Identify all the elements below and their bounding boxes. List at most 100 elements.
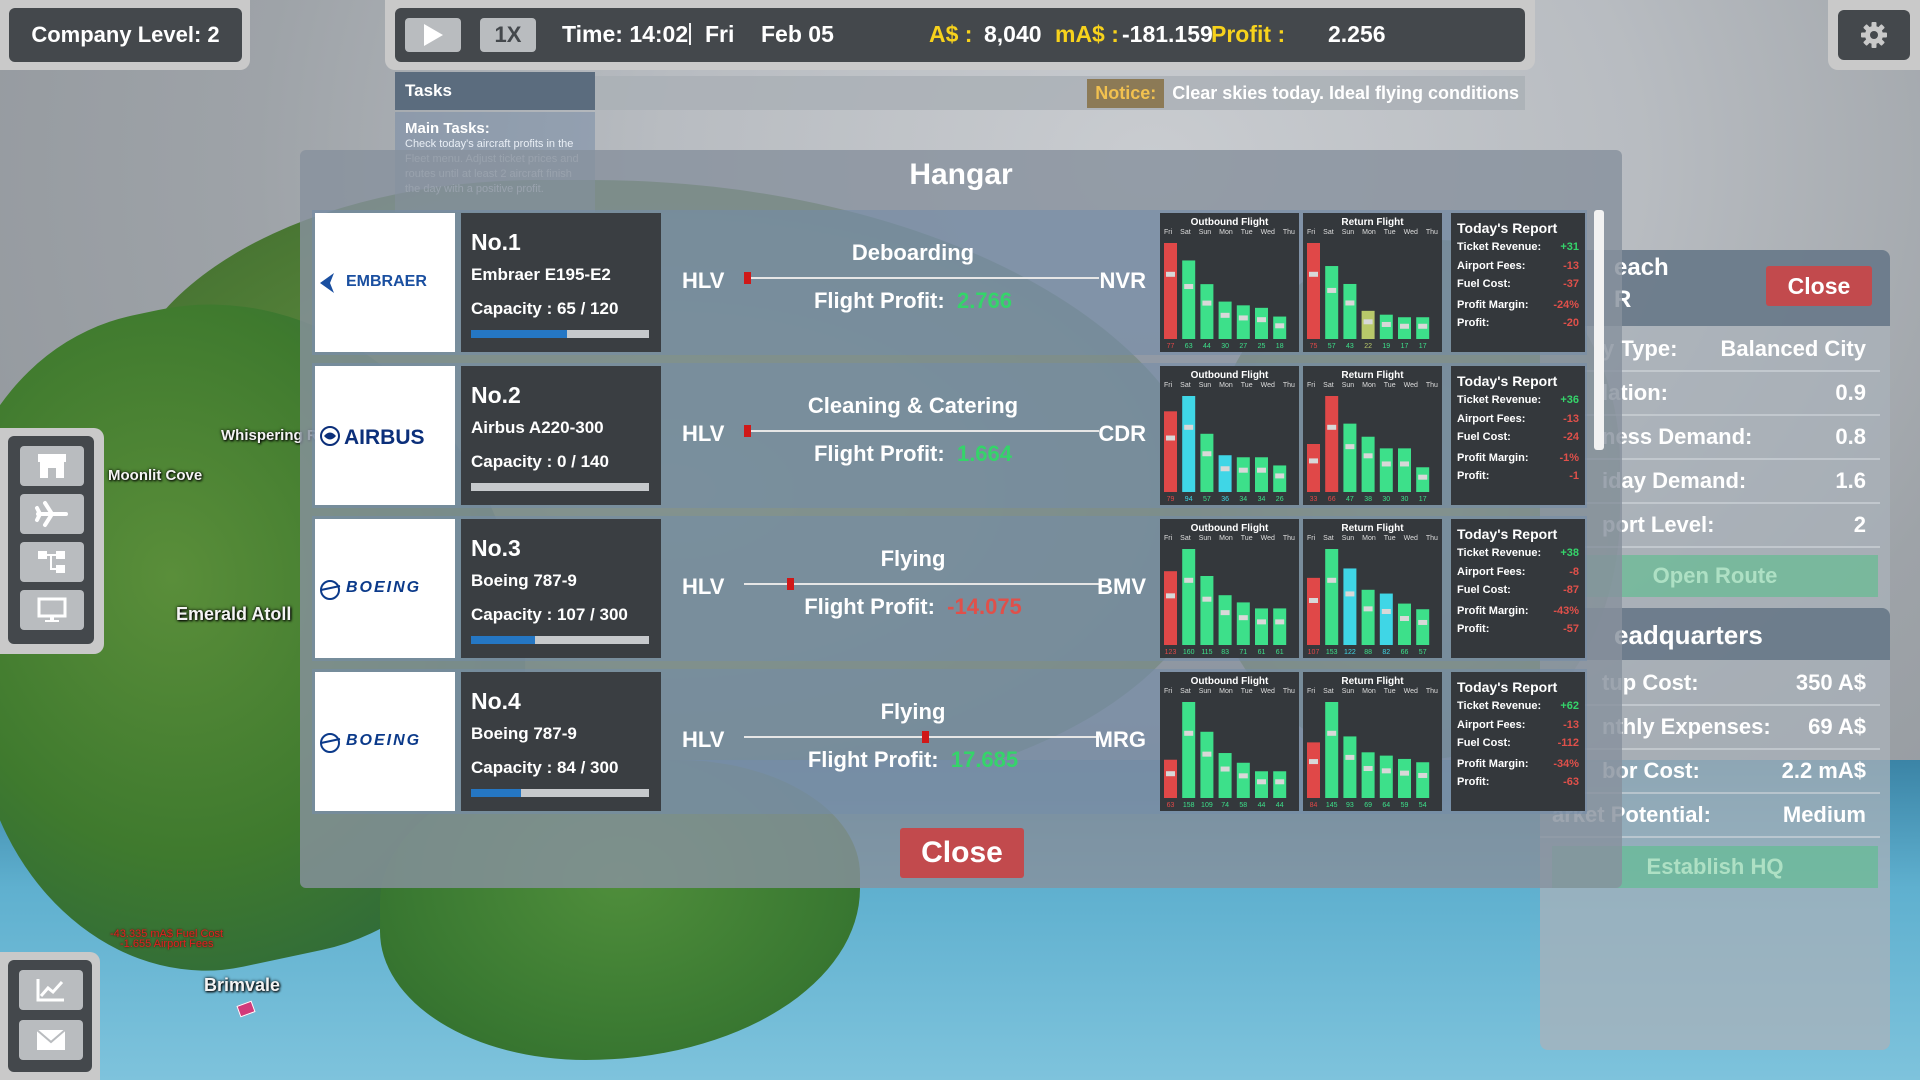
todays-report: Today's Report Ticket Revenue: +36 Airport … — [1451, 366, 1585, 505]
play-button[interactable] — [405, 18, 461, 52]
chart-bar-marker — [1166, 771, 1175, 777]
profit-label: Profit : — [1211, 21, 1286, 47]
chart-bar-marker — [1220, 610, 1230, 616]
report-value: +31 — [1560, 241, 1579, 253]
hangar-close-button[interactable]: Close — [900, 828, 1024, 878]
map-label-city[interactable]: Emerald Atoll — [176, 604, 291, 625]
chart-value-label: 115 — [1201, 649, 1212, 656]
chart-value-label: 75 — [1310, 343, 1318, 350]
report-value: -8 — [1569, 566, 1579, 578]
report-value: -37 — [1563, 278, 1579, 290]
route-info[interactable]: HLV CDR Cleaning & Catering Flight Profit: … — [674, 363, 1152, 508]
city-close-button[interactable]: Close — [1766, 266, 1872, 306]
report-row: Profit Margin: -34% — [1457, 758, 1579, 770]
chart-value-label: 83 — [1221, 649, 1229, 656]
aircraft-number: No.3 — [471, 535, 521, 561]
chart-value-label: 54 — [1419, 802, 1427, 809]
cash-value: 8,040 — [984, 21, 1042, 47]
chart-value-label: 61 — [1258, 649, 1266, 656]
routes-button[interactable] — [20, 542, 84, 582]
mail-button[interactable] — [19, 1020, 83, 1060]
main-tasks-title: Main Tasks: — [405, 120, 490, 137]
scrollbar[interactable] — [1594, 210, 1604, 450]
chart-bar-marker — [1166, 593, 1175, 599]
chart-value-label: 88 — [1364, 649, 1372, 656]
map-label-city[interactable]: Brimvale — [204, 975, 280, 996]
chart-value-label: 66 — [1401, 649, 1409, 656]
settings-panel — [1828, 0, 1920, 70]
chart-bar-marker — [1381, 768, 1391, 774]
report-value: -57 — [1563, 623, 1579, 635]
report-row: Airport Fees: -8 — [1457, 566, 1579, 578]
game-day: Fri — [705, 21, 735, 47]
aircraft-row[interactable]: BOEING No.3 Boeing 787-9 Capacity : 107 / 3… — [312, 516, 1587, 661]
aircraft-model: Airbus A220-300 — [471, 418, 604, 437]
chart-bar-marker — [1309, 458, 1318, 464]
aircraft-row[interactable]: AIRBUS No.2 Airbus A220-300 Capacity : 0 / … — [312, 363, 1587, 508]
chart-bar — [1236, 602, 1250, 645]
route-info[interactable]: HLV MRG Flying Flight Profit: 17.685 — [674, 669, 1152, 814]
speed-button[interactable]: 1X — [480, 18, 536, 52]
aircraft-row[interactable]: BOEING No.4 Boeing 787-9 Capacity : 84 / 30… — [312, 669, 1587, 814]
shop-button[interactable] — [20, 446, 84, 486]
report-row: Profit: -20 — [1457, 317, 1579, 329]
chart-bar — [1416, 762, 1430, 798]
chart-value-label: 123 — [1165, 649, 1177, 656]
route-line — [744, 583, 1099, 585]
chart-bar — [1273, 771, 1287, 798]
chart-bar — [1343, 283, 1357, 339]
statistics-button[interactable] — [19, 970, 83, 1010]
chart-value-label: 34 — [1258, 496, 1266, 503]
chart-bar-marker — [1327, 287, 1337, 293]
chart-value-label: 79 — [1167, 496, 1175, 503]
chart-bar — [1200, 284, 1214, 339]
chart-bar-marker — [1202, 451, 1212, 457]
chart-bar-marker — [1257, 467, 1266, 473]
chart-bar-marker — [1381, 608, 1391, 614]
tasks-header[interactable]: Tasks — [395, 72, 595, 110]
chart-bar — [1236, 762, 1250, 798]
aircraft-capacity: Capacity : 84 / 300 — [471, 758, 619, 777]
settings-button[interactable] — [1838, 10, 1910, 60]
hangar-title: Hangar — [909, 158, 1013, 191]
map-label-city[interactable]: Moonlit Cove — [108, 467, 202, 484]
manufacturer-logo: BOEING — [315, 519, 455, 658]
route-info[interactable]: HLV BMV Flying Flight Profit: -14.075 — [674, 516, 1152, 661]
report-value: -1 — [1569, 470, 1579, 482]
chart-bar — [1343, 736, 1357, 798]
fleet-button[interactable] — [20, 494, 84, 534]
chart-bar — [1416, 609, 1430, 645]
chart-bar — [1361, 589, 1375, 645]
chart-bar-marker — [1400, 770, 1409, 776]
chart-value-label: 82 — [1382, 649, 1390, 656]
chart-bar-marker — [1275, 619, 1285, 625]
chart-value-label: 38 — [1364, 496, 1372, 503]
chart-bar-marker — [1418, 474, 1428, 480]
chart-bar — [1361, 752, 1375, 798]
chart-bar-marker — [1257, 317, 1266, 323]
report-title: Today's Report — [1457, 220, 1558, 236]
chart-value-label: 57 — [1328, 343, 1336, 350]
chart-value-label: 59 — [1401, 802, 1409, 809]
left-toolbar-bottom — [0, 952, 100, 1080]
chart-bar — [1343, 423, 1357, 492]
monitor-button[interactable] — [20, 590, 84, 630]
chart-bar-marker — [1327, 730, 1337, 736]
chart-bar-marker — [1184, 424, 1194, 430]
airport-fees-floating-text: -1.655 Airport Fees — [120, 938, 214, 950]
chart-value-label: 153 — [1326, 649, 1338, 656]
chart-value-label: 107 — [1308, 649, 1320, 656]
outbound-flight-chart: Outbound Flight Fri Sat Sun Mon Tue Wed Thu 77 63… — [1160, 213, 1299, 352]
route-info[interactable]: HLV NVR Deboarding Flight Profit: 2.766 — [674, 210, 1152, 355]
report-value: -20 — [1563, 317, 1579, 329]
aircraft-row[interactable]: EMBRAER No.1 Embraer E195-E2 Capacity : 65 … — [312, 210, 1587, 355]
chart-bar — [1218, 455, 1232, 492]
chart-bar-marker — [1202, 300, 1212, 306]
chart-value-label: 34 — [1239, 496, 1247, 503]
chart-value-label: 26 — [1276, 496, 1284, 503]
chart-bar — [1255, 608, 1268, 645]
chart-value-label: 58 — [1239, 802, 1247, 809]
chart-bar-marker — [1345, 754, 1355, 760]
chart-value-label: 30 — [1221, 343, 1229, 350]
chart-bar — [1182, 549, 1196, 645]
